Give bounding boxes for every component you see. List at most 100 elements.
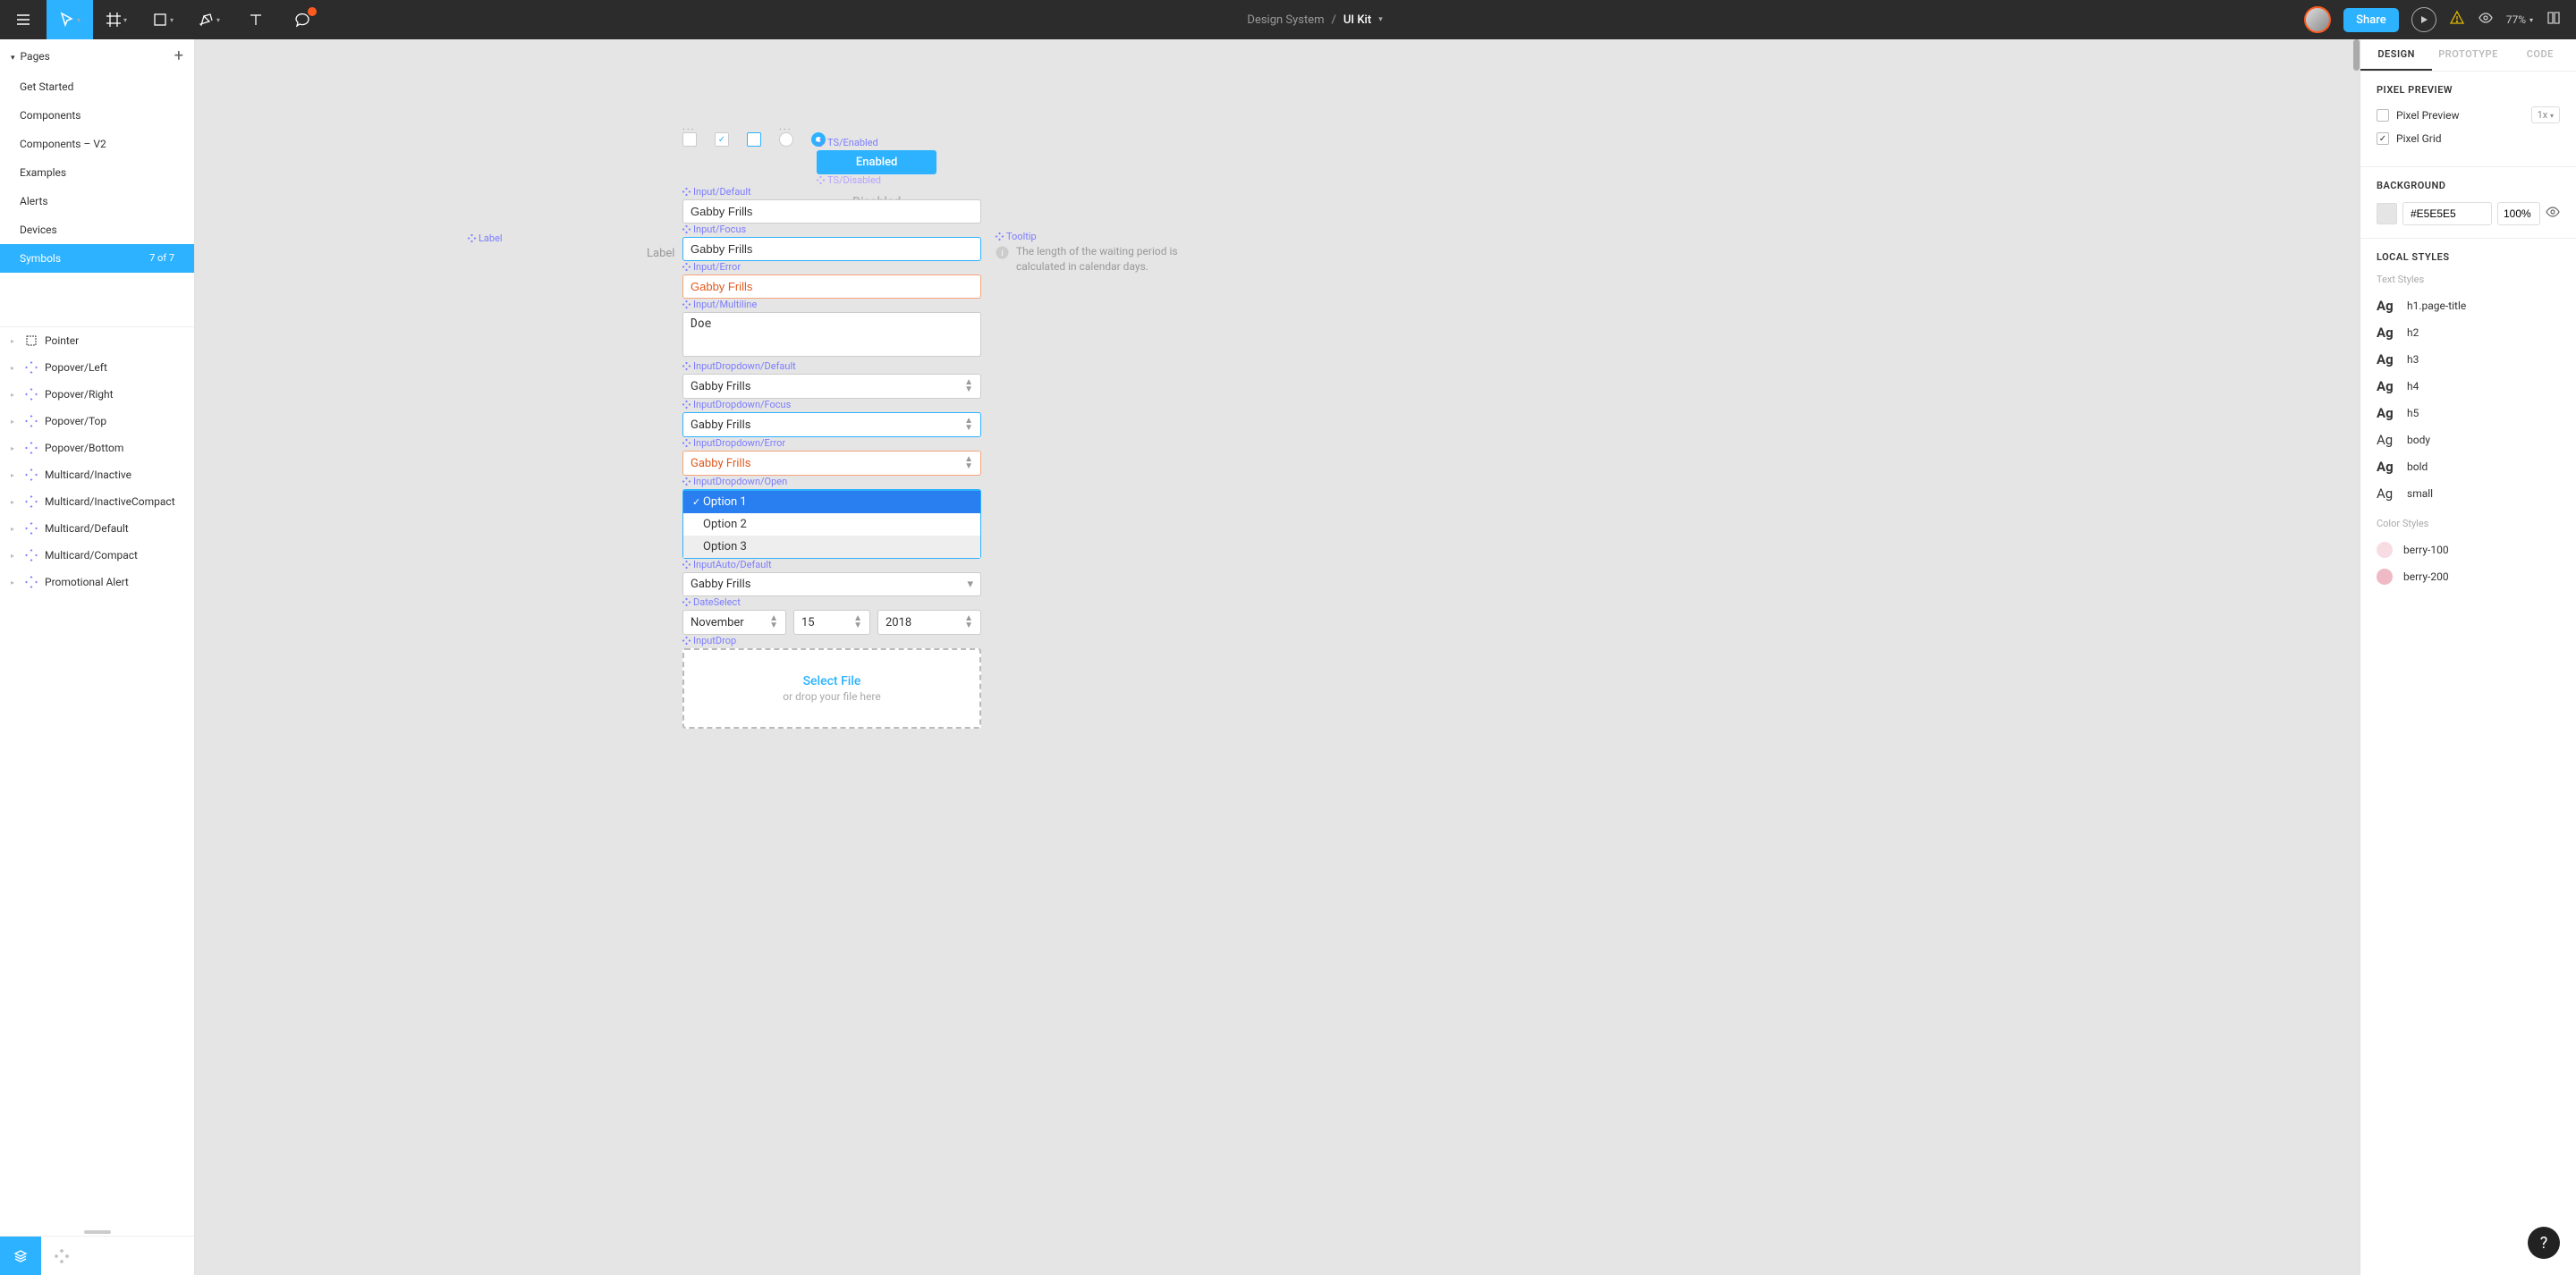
- pen-tool-icon[interactable]: ▾: [186, 0, 233, 39]
- zoom-control[interactable]: 77%▾: [2506, 13, 2533, 26]
- chevron-down-icon[interactable]: ▾: [1378, 15, 1383, 24]
- page-item[interactable]: Get Started: [0, 72, 194, 101]
- canvas[interactable]: Label Label ... ... TS/Enabled: [195, 39, 2360, 1275]
- date-year-select[interactable]: 2018▲▼: [877, 610, 981, 635]
- text-tool-icon[interactable]: [233, 0, 279, 39]
- input-error[interactable]: [682, 274, 981, 299]
- pixel-preview-checkbox[interactable]: [2377, 109, 2389, 122]
- shape-tool-icon[interactable]: ▾: [140, 0, 186, 39]
- component-tag-dd-default[interactable]: InputDropdown/Default: [682, 360, 981, 372]
- radio-unselected[interactable]: [779, 132, 793, 147]
- checkbox-unchecked[interactable]: [682, 132, 697, 147]
- layer-item[interactable]: ▸Popover/Left: [0, 354, 194, 381]
- layer-item[interactable]: ▸Pointer: [0, 327, 194, 354]
- date-day-select[interactable]: 15▲▼: [793, 610, 870, 635]
- tab-design[interactable]: DESIGN: [2360, 39, 2432, 71]
- color-style-item[interactable]: berry-100: [2377, 536, 2560, 563]
- background-opacity-input[interactable]: [2497, 202, 2540, 225]
- dropdown-error[interactable]: Gabby Frills▲▼: [682, 451, 981, 476]
- input-default[interactable]: [682, 199, 981, 224]
- component-tag-auto[interactable]: InputAuto/Default: [682, 559, 981, 570]
- help-button[interactable]: ?: [2528, 1227, 2560, 1259]
- text-style-item[interactable]: Agh3: [2377, 346, 2560, 373]
- visibility-toggle-icon[interactable]: [2546, 205, 2560, 223]
- visibility-icon[interactable]: [2478, 10, 2494, 30]
- layer-item[interactable]: ▸Multicard/Default: [0, 515, 194, 542]
- text-style-item[interactable]: Agh5: [2377, 400, 2560, 426]
- library-icon[interactable]: [2546, 10, 2562, 30]
- component-tag-input-error[interactable]: Input/Error: [682, 261, 981, 273]
- background-hex-input[interactable]: [2402, 202, 2492, 225]
- text-style-item[interactable]: Agh1.page-title: [2377, 292, 2560, 319]
- move-tool-icon[interactable]: ▾: [47, 0, 93, 39]
- text-style-item[interactable]: Agbold: [2377, 453, 2560, 480]
- breadcrumb-current[interactable]: UI Kit: [1343, 13, 1371, 27]
- color-style-item[interactable]: berry-200: [2377, 563, 2560, 590]
- input-drop-zone[interactable]: Select File or drop your file here: [682, 648, 981, 729]
- tab-code[interactable]: CODE: [2504, 39, 2576, 71]
- component-tag-tooltip[interactable]: Tooltip: [996, 231, 1201, 242]
- input-multiline[interactable]: [682, 312, 981, 357]
- breadcrumb[interactable]: Design System / UI Kit ▾: [326, 13, 2304, 27]
- component-tag-dateselect[interactable]: DateSelect: [682, 596, 981, 608]
- layers-tab-icon[interactable]: [0, 1237, 41, 1275]
- checkbox-checked[interactable]: [715, 132, 729, 147]
- dropdown-open[interactable]: Option 1 Option 2 Option 3: [682, 489, 981, 559]
- page-item[interactable]: Devices: [0, 215, 194, 244]
- dropdown-option-2[interactable]: Option 2: [683, 513, 980, 536]
- component-tag-inputdrop[interactable]: InputDrop: [682, 635, 981, 646]
- text-style-item[interactable]: Agh2: [2377, 319, 2560, 346]
- component-tag-dd-error[interactable]: InputDropdown/Error: [682, 437, 981, 449]
- component-tag-ts-enabled[interactable]: TS/Enabled: [817, 137, 936, 148]
- input-focus[interactable]: [682, 237, 981, 261]
- background-swatch[interactable]: [2377, 203, 2397, 224]
- page-item[interactable]: Components – V2: [0, 130, 194, 158]
- layer-item[interactable]: ▸Popover/Right: [0, 381, 194, 408]
- comment-tool-icon[interactable]: [279, 0, 326, 39]
- checkbox-focused[interactable]: [747, 132, 761, 147]
- breadcrumb-parent[interactable]: Design System: [1247, 13, 1324, 27]
- page-item[interactable]: Alerts: [0, 187, 194, 215]
- dropdown-option-1[interactable]: Option 1: [683, 491, 980, 513]
- text-style-item[interactable]: Agh4: [2377, 373, 2560, 400]
- dropdown-default[interactable]: Gabby Frills▲▼: [682, 374, 981, 399]
- component-tag-label[interactable]: Label: [468, 232, 503, 244]
- select-file-link[interactable]: Select File: [803, 674, 861, 688]
- frame-tool-icon[interactable]: ▾: [93, 0, 140, 39]
- pixel-grid-checkbox[interactable]: [2377, 132, 2389, 145]
- warning-icon[interactable]: [2449, 10, 2465, 30]
- text-style-item[interactable]: Agbody: [2377, 426, 2560, 453]
- layer-item[interactable]: ▸Popover/Top: [0, 408, 194, 435]
- ts-enabled-button[interactable]: Enabled: [817, 150, 936, 174]
- present-button[interactable]: [2411, 7, 2436, 32]
- page-item[interactable]: Examples: [0, 158, 194, 187]
- input-auto[interactable]: Gabby Frills▾: [682, 572, 981, 596]
- pages-header[interactable]: ▾Pages +: [0, 39, 194, 72]
- dropdown-option-3[interactable]: Option 3: [683, 536, 980, 558]
- layer-item[interactable]: ▸Promotional Alert: [0, 569, 194, 595]
- user-avatar[interactable]: [2304, 6, 2331, 33]
- share-button[interactable]: Share: [2343, 8, 2399, 32]
- component-tag-ts-disabled[interactable]: TS/Disabled: [817, 174, 936, 186]
- page-item[interactable]: Symbols7 of 7: [0, 244, 194, 273]
- component-tag-input-focus[interactable]: Input/Focus: [682, 224, 981, 235]
- scrollbar-thumb[interactable]: [2353, 39, 2360, 71]
- text-style-item[interactable]: Agsmall: [2377, 480, 2560, 507]
- component-tag-dd-open[interactable]: InputDropdown/Open: [682, 476, 981, 487]
- component-tag-input-default[interactable]: Input/Default: [682, 186, 981, 198]
- sort-icon: ▲▼: [769, 615, 778, 629]
- page-item[interactable]: Components: [0, 101, 194, 130]
- pixel-scale-select[interactable]: 1x ▾: [2531, 106, 2560, 123]
- hamburger-menu-icon[interactable]: [0, 0, 47, 39]
- component-tag-dd-focus[interactable]: InputDropdown/Focus: [682, 399, 981, 410]
- layer-item[interactable]: ▸Multicard/Compact: [0, 542, 194, 569]
- layer-item[interactable]: ▸Multicard/InactiveCompact: [0, 488, 194, 515]
- dropdown-focus[interactable]: Gabby Frills▲▼: [682, 412, 981, 437]
- date-month-select[interactable]: November▲▼: [682, 610, 786, 635]
- layer-item[interactable]: ▸Multicard/Inactive: [0, 461, 194, 488]
- add-page-icon[interactable]: +: [174, 46, 183, 65]
- component-tag-input-multiline[interactable]: Input/Multiline: [682, 299, 981, 310]
- tab-prototype[interactable]: PROTOTYPE: [2432, 39, 2504, 71]
- components-tab-icon[interactable]: [41, 1237, 82, 1275]
- layer-item[interactable]: ▸Popover/Bottom: [0, 435, 194, 461]
